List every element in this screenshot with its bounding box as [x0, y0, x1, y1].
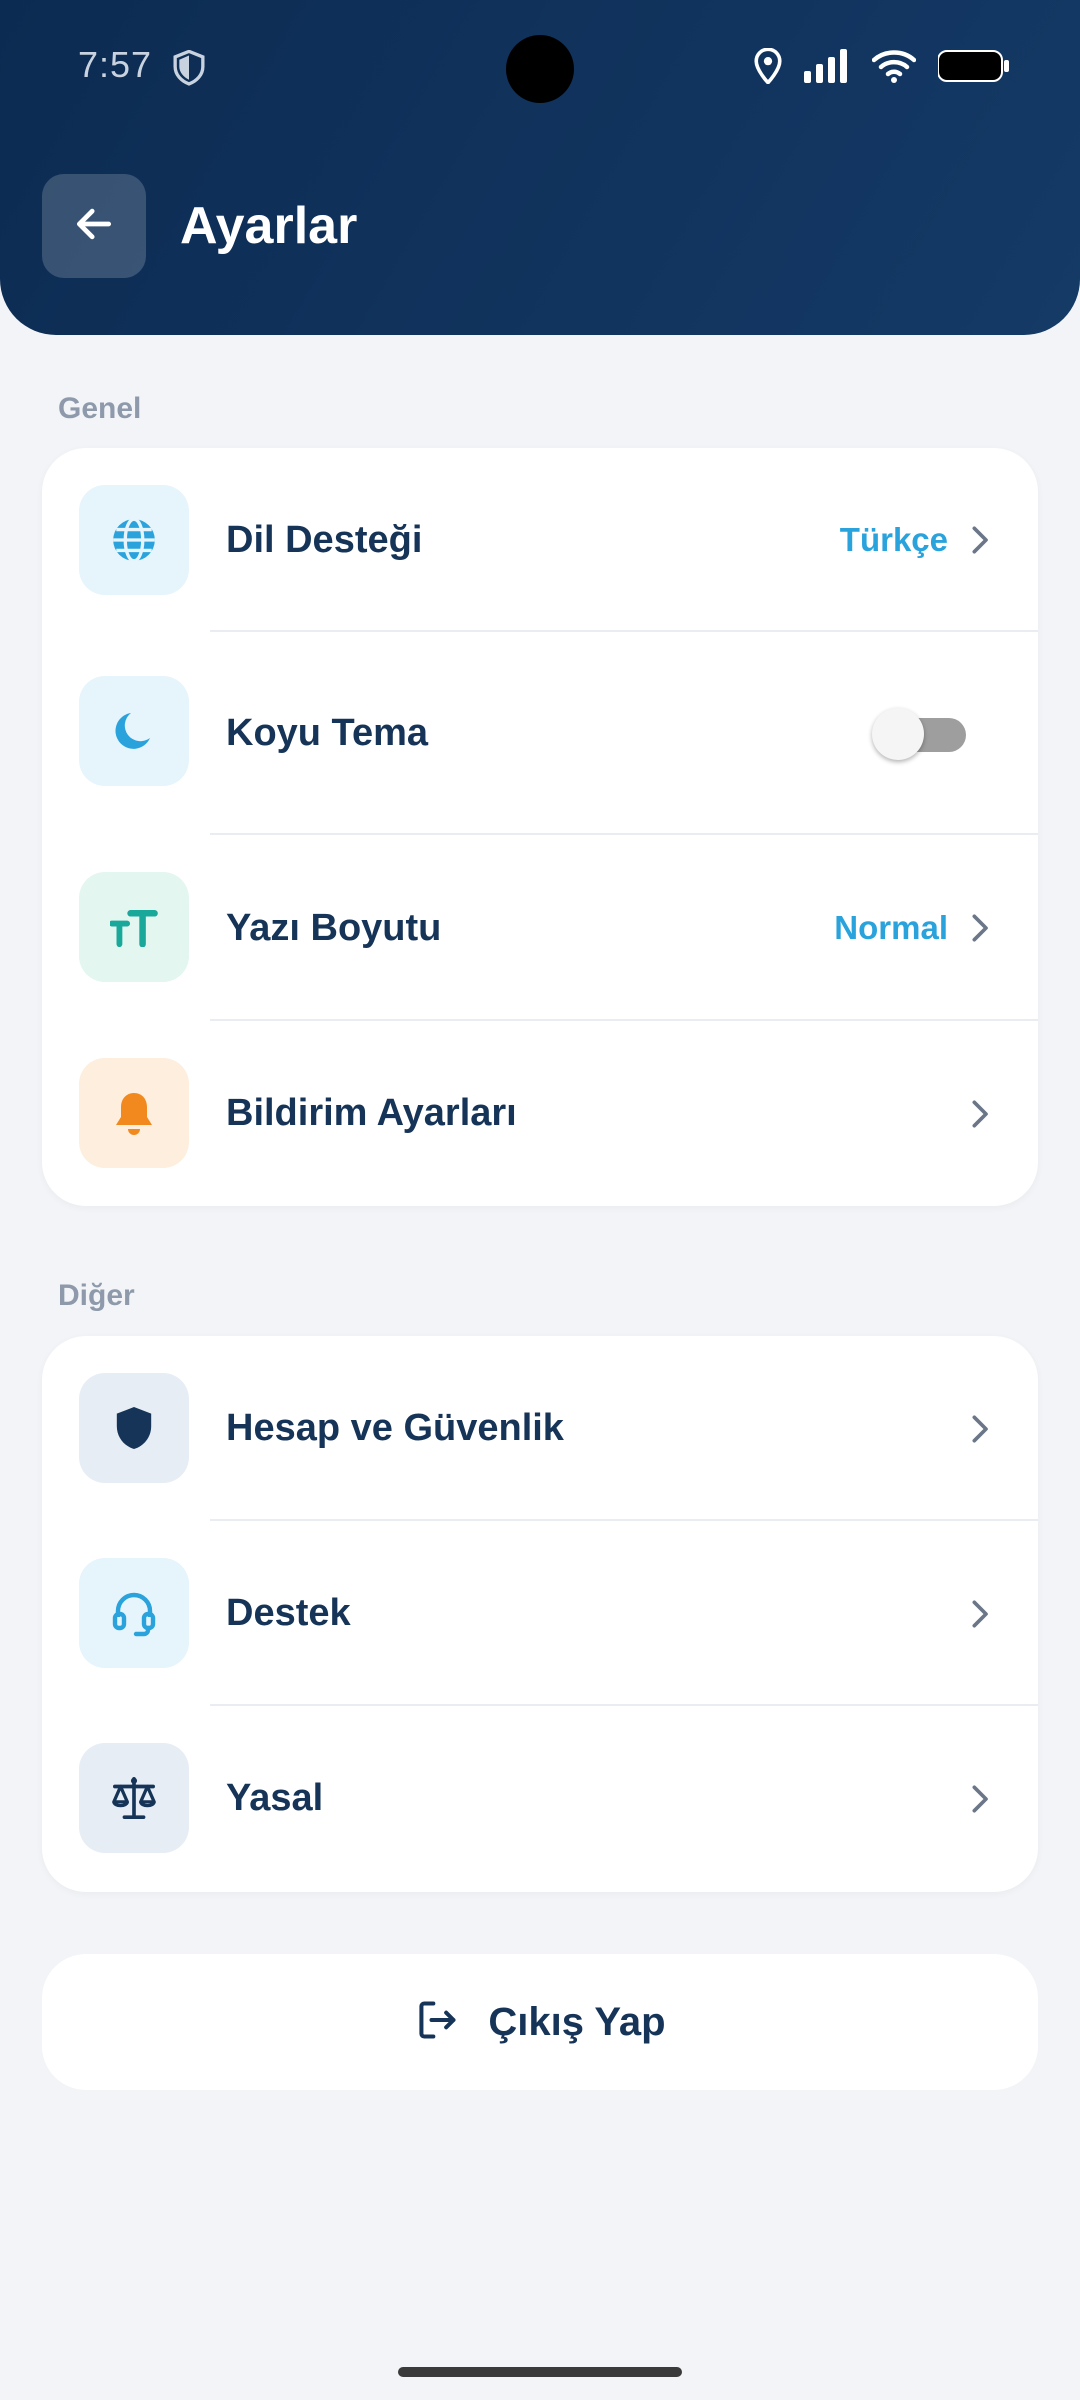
status-icons — [754, 47, 1010, 89]
settings-screen: 7:57 Ayarlar Genel Dil Desteği Türkçe Ko… — [0, 0, 1080, 2400]
setting-row-text-size[interactable]: Yazı Boyutu Normal — [42, 835, 1038, 1021]
setting-label-dark-theme: Koyu Tema — [226, 712, 429, 754]
headset-icon — [79, 1558, 189, 1668]
logout-button[interactable]: Çıkış Yap — [42, 1954, 1038, 2090]
security-shield-icon — [172, 49, 206, 91]
setting-row-support[interactable]: Destek — [42, 1521, 1038, 1706]
arrow-left-icon — [72, 202, 116, 251]
chevron-right-icon — [966, 525, 996, 555]
section-label-general: Genel — [58, 392, 142, 425]
logout-label: Çıkış Yap — [488, 1999, 666, 2044]
setting-row-legal[interactable]: Yasal — [42, 1706, 1038, 1891]
scale-icon — [79, 1743, 189, 1853]
chevron-right-icon — [966, 1599, 996, 1629]
back-button[interactable] — [42, 174, 146, 278]
chevron-right-icon — [966, 1099, 996, 1129]
wifi-icon — [871, 49, 917, 88]
general-settings-card: Dil Desteği Türkçe Koyu Tema Yazı Boyutu… — [42, 448, 1038, 1206]
dark-theme-toggle[interactable] — [872, 707, 966, 760]
setting-row-language[interactable]: Dil Desteği Türkçe — [42, 448, 1038, 632]
section-label-other: Diğer — [58, 1279, 135, 1312]
location-icon — [754, 47, 782, 89]
globe-icon — [79, 485, 189, 595]
setting-row-notifications[interactable]: Bildirim Ayarları — [42, 1021, 1038, 1206]
setting-label-legal: Yasal — [226, 1777, 324, 1819]
signal-icon — [804, 49, 850, 88]
setting-value-text-size: Normal — [834, 909, 948, 946]
setting-label-language: Dil Desteği — [226, 518, 423, 561]
chevron-right-icon — [966, 913, 996, 943]
setting-row-dark-theme: Koyu Tema — [42, 632, 1038, 835]
logout-icon — [414, 1998, 460, 2047]
battery-icon — [937, 49, 1010, 88]
bell-icon — [79, 1058, 189, 1168]
header: 7:57 Ayarlar — [0, 0, 1080, 335]
chevron-right-icon — [966, 1784, 996, 1814]
setting-label-account-security: Hesap ve Güvenlik — [226, 1407, 564, 1449]
home-indicator[interactable] — [398, 2367, 682, 2377]
setting-label-notifications: Bildirim Ayarları — [226, 1092, 517, 1134]
moon-icon — [79, 676, 189, 786]
shield-icon — [79, 1373, 189, 1483]
page-title: Ayarlar — [180, 197, 358, 255]
setting-row-account-security[interactable]: Hesap ve Güvenlik — [42, 1336, 1038, 1521]
text-size-icon — [79, 872, 189, 982]
camera-cutout — [506, 35, 574, 103]
status-time: 7:57 — [78, 44, 153, 85]
other-settings-card: Hesap ve Güvenlik Destek Yasal — [42, 1336, 1038, 1892]
chevron-right-icon — [966, 1414, 996, 1444]
toggle-knob — [872, 707, 924, 760]
setting-label-text-size: Yazı Boyutu — [226, 906, 442, 949]
setting-label-support: Destek — [226, 1592, 351, 1634]
setting-value-language: Türkçe — [839, 521, 948, 558]
status-bar: 7:57 — [0, 0, 1080, 135]
